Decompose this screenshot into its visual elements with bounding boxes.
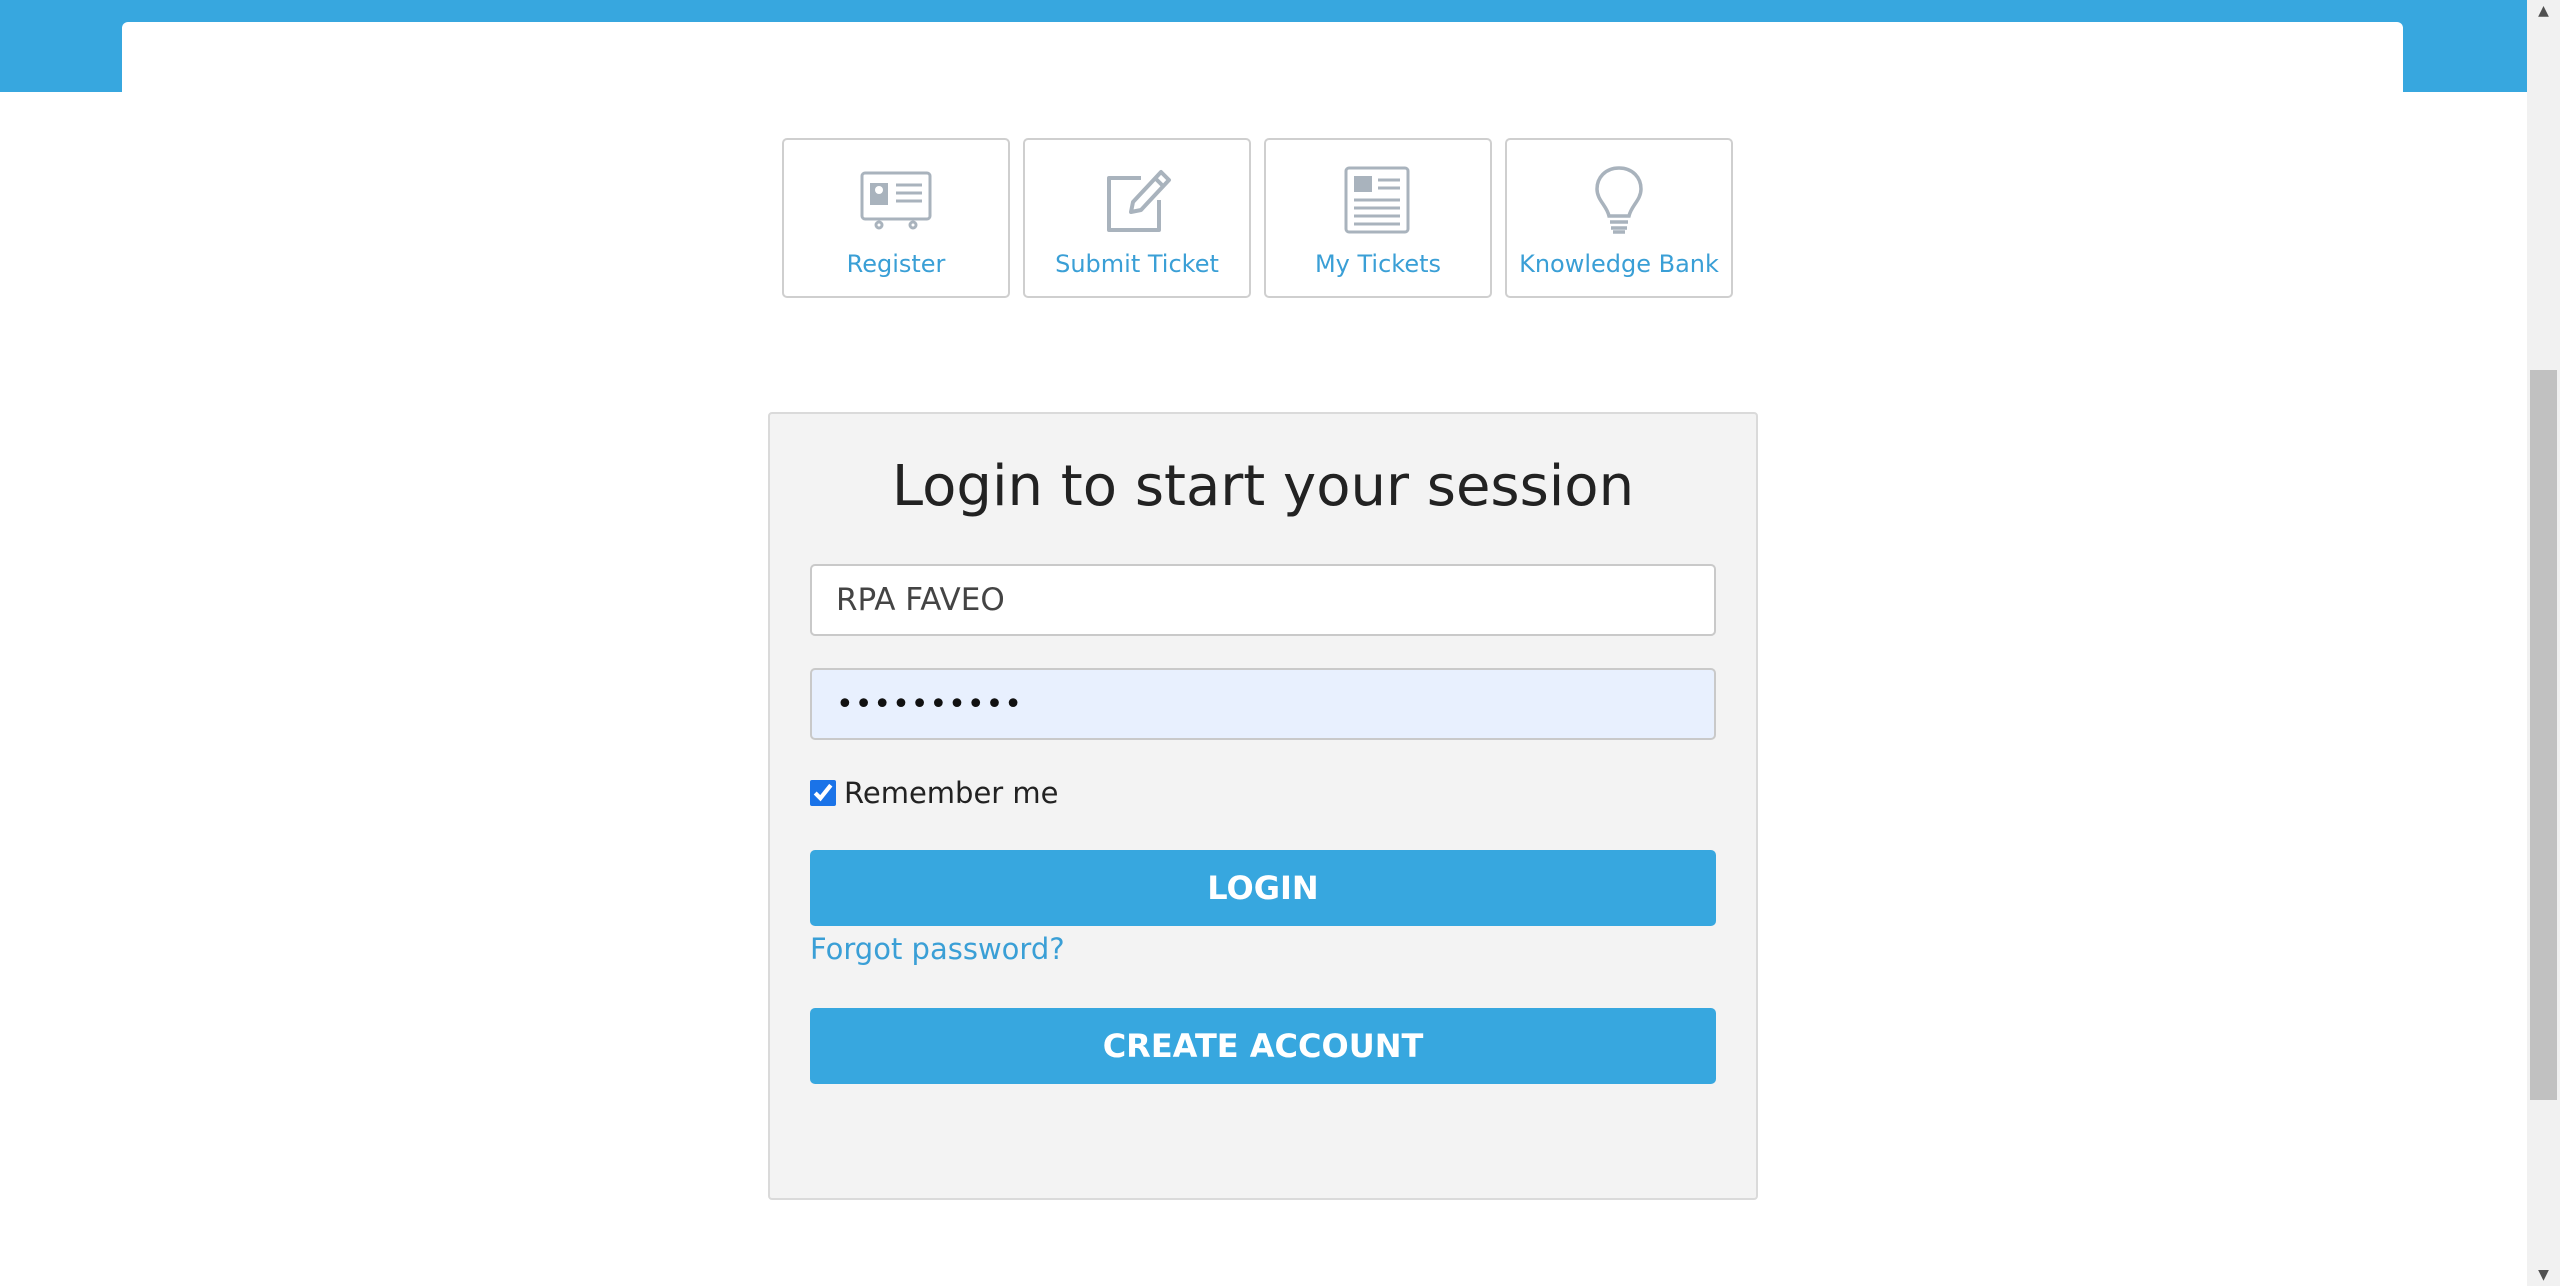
- username-input[interactable]: [810, 564, 1716, 636]
- login-button[interactable]: LOGIN: [810, 850, 1716, 926]
- remember-me-label: Remember me: [844, 776, 1059, 810]
- edit-icon: [1099, 164, 1175, 236]
- scrollbar-thumb[interactable]: [2530, 370, 2557, 1100]
- knowledge-bank-tile[interactable]: Knowledge Bank: [1505, 138, 1733, 298]
- knowledge-bank-label: Knowledge Bank: [1519, 250, 1719, 278]
- remember-me-checkbox[interactable]: [810, 780, 836, 806]
- register-tile[interactable]: Register: [782, 138, 1010, 298]
- submit-ticket-label: Submit Ticket: [1055, 250, 1219, 278]
- page: Register Submit Ticket My Tickets Knowle…: [0, 0, 2560, 1286]
- id-card-icon: [858, 164, 934, 236]
- scroll-down-icon[interactable]: ▼: [2527, 1264, 2560, 1286]
- forgot-password-link[interactable]: Forgot password?: [810, 932, 1065, 966]
- quick-links: Register Submit Ticket My Tickets Knowle…: [782, 138, 1733, 298]
- login-panel: Login to start your session Remember me …: [768, 412, 1758, 1200]
- create-account-button[interactable]: CREATE ACCOUNT: [810, 1008, 1716, 1084]
- register-label: Register: [846, 250, 946, 278]
- submit-ticket-tile[interactable]: Submit Ticket: [1023, 138, 1251, 298]
- my-tickets-tile[interactable]: My Tickets: [1264, 138, 1492, 298]
- remember-me-row[interactable]: Remember me: [810, 776, 1059, 810]
- lightbulb-icon: [1581, 164, 1657, 236]
- newspaper-icon: [1340, 164, 1416, 236]
- password-input[interactable]: [810, 668, 1716, 740]
- header-card: [122, 22, 2403, 102]
- my-tickets-label: My Tickets: [1314, 250, 1442, 278]
- scroll-up-icon[interactable]: ▲: [2527, 0, 2560, 22]
- login-title: Login to start your session: [891, 454, 1635, 519]
